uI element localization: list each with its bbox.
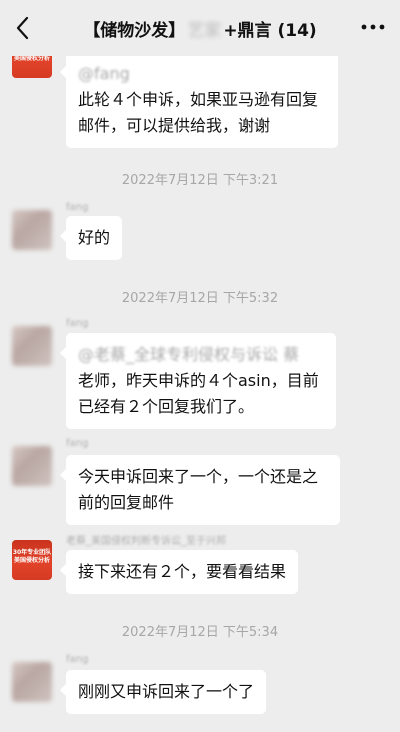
avatar[interactable] [12,210,52,250]
message-text: 今天申诉回来了一个，一个还是之前的回复邮件 [78,467,319,512]
sender-name: 老蔡_美国侵权判断专诉讼_至于兴邦 [66,536,226,547]
sender-name: fang [66,202,89,213]
chat-title: 【储物沙发】 艺家 +鼎言 (14) [83,21,317,41]
more-dots-icon[interactable] [360,17,386,37]
sender-name: fang [66,654,89,665]
avatar[interactable] [12,326,52,366]
timestamp: 2022年7月12日 下午5:32 [121,291,279,306]
chat-list[interactable]: 30年专业团队 美国侵权分析 @fang 此轮４个申诉，如果亚马逊有回复邮件，可… [0,0,400,732]
avatar[interactable]: 30年专业团队 美国侵权分析 [12,540,52,580]
message-text: 此轮４个申诉，如果亚马逊有回复邮件，可以提供给我，谢谢 [78,90,319,135]
message-text: 接下来还有２个，要看看结果 [78,562,287,581]
message-text: 老师，昨天申诉的４个asin，目前已经有２个回复我们了。 [78,371,319,416]
sender-name: fang [66,438,89,449]
timestamp: 2022年7月12日 下午5:34 [121,625,279,640]
message-text: 好的 [78,228,111,247]
message-bubble[interactable]: @老蔡_全球专利侵权与诉讼 蔡 老师，昨天申诉的４个asin，目前已经有２个回复… [60,333,336,429]
chevron-left-icon[interactable] [14,15,34,41]
mention-text: @fang [78,64,130,83]
message-bubble[interactable]: 接下来还有２个，要看看结果 [59,550,299,594]
message-bubble[interactable]: 刚刚又申诉回来了一个了 [59,670,267,714]
avatar[interactable] [12,662,52,702]
sender-name: fang [66,318,89,329]
mention-text: @老蔡_全球专利侵权与诉讼 蔡 [78,345,300,364]
chat-header: 【储物沙发】 艺家 +鼎言 (14) [0,0,400,56]
message-bubble[interactable]: 好的 [59,216,123,260]
message-bubble[interactable]: 今天申诉回来了一个，一个还是之前的回复邮件 [60,455,340,525]
avatar[interactable] [12,446,52,486]
timestamp: 2022年7月12日 下午3:21 [121,173,279,188]
message-bubble[interactable]: @fang 此轮４个申诉，如果亚马逊有回复邮件，可以提供给我，谢谢 [60,52,338,148]
message-text: 刚刚又申诉回来了一个了 [78,682,255,701]
